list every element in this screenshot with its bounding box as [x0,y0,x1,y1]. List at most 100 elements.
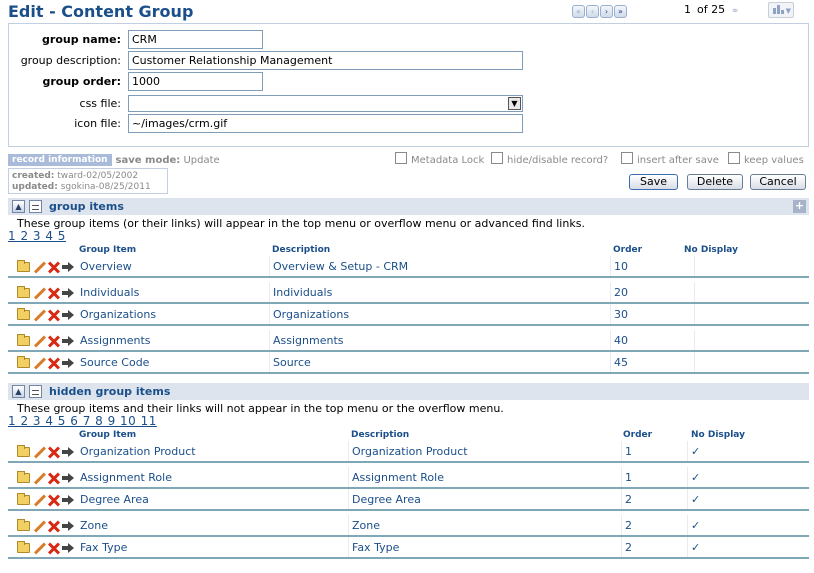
arrow-right-icon[interactable] [62,335,74,347]
row-order: 40 [614,334,628,347]
table-row[interactable]: Assignment Role Assignment Role 1 ✓ [8,467,809,489]
css-file-select[interactable]: ▼ [128,94,523,112]
edit-icon[interactable] [32,519,46,533]
row-item-link[interactable]: Zone [80,519,108,532]
edit-icon[interactable] [32,445,46,459]
link-icon[interactable]: ⚭ [731,6,739,17]
save-button[interactable]: Save [629,174,678,190]
arrow-right-icon[interactable] [62,520,74,532]
icon-file-input[interactable]: ~/images/crm.gif [128,113,523,133]
hide-disable-checkbox[interactable] [491,152,503,164]
group-items-pagination[interactable]: 1 2 3 4 5 [8,229,66,243]
last-record-button[interactable]: » [614,4,627,18]
row-item-link[interactable]: Organization Product [80,445,196,458]
row-item-link[interactable]: Organizations [80,308,156,321]
folder-icon[interactable] [17,286,30,298]
arrow-right-icon[interactable] [62,357,74,369]
chevron-down-icon[interactable]: ▼ [508,96,521,110]
arrow-right-icon[interactable] [62,446,74,458]
delete-button[interactable]: Delete [687,174,743,190]
row-item-link[interactable]: Source Code [80,356,149,369]
table-row[interactable]: Fax Type Fax Type 2 ✓ [8,537,809,559]
insert-after-save-checkbox[interactable] [621,152,633,164]
collapse-icon[interactable]: ▲ [12,385,25,398]
hidden-items-pagination[interactable]: 1 2 3 4 5 6 7 8 9 10 11 [8,414,157,428]
edit-icon[interactable] [32,493,46,507]
folder-icon[interactable] [17,260,30,272]
first-record-button[interactable]: « [572,4,585,18]
folder-icon[interactable] [17,493,30,505]
edit-icon[interactable] [32,334,46,348]
row-item-link[interactable]: Assignment Role [80,471,172,484]
folder-icon[interactable] [17,356,30,368]
folder-icon[interactable] [17,334,30,346]
folder-icon[interactable] [17,445,30,457]
group-order-input[interactable]: 1000 [128,71,263,91]
delete-icon[interactable] [47,445,61,459]
arrow-right-icon[interactable] [62,472,74,484]
arrow-right-icon[interactable] [62,309,74,321]
group-name-input[interactable]: CRM [128,29,263,49]
arrow-right-icon[interactable] [62,261,74,273]
row-item-link[interactable]: Degree Area [80,493,149,506]
row-no-display: ✓ [691,493,701,506]
metadata-lock-checkbox[interactable] [395,152,407,164]
group-description-input[interactable]: Customer Relationship Management [128,50,523,70]
delete-icon[interactable] [47,286,61,300]
edit-icon[interactable] [32,286,46,300]
add-icon[interactable]: + [793,200,806,213]
delete-icon[interactable] [47,519,61,533]
edit-icon[interactable] [32,308,46,322]
table-row[interactable]: Assignments Assignments 40 [8,330,809,352]
table-row[interactable]: Source Code Source 45 [8,352,809,374]
edit-icon[interactable] [32,356,46,370]
folder-icon[interactable] [17,519,30,531]
cancel-button[interactable]: Cancel [750,174,806,190]
delete-icon[interactable] [47,308,61,322]
row-item-link[interactable]: Overview [80,260,132,273]
table-row[interactable]: Organization Product Organization Product… [8,441,809,463]
arrow-right-icon[interactable] [62,494,74,506]
previous-record-button[interactable]: ‹ [586,4,599,18]
edit-icon[interactable] [32,541,46,555]
arrow-right-icon[interactable] [62,287,74,299]
row-order: 45 [614,356,628,369]
section-icon[interactable] [29,385,42,398]
next-record-button[interactable]: › [600,4,613,18]
table-row[interactable]: Overview Overview & Setup - CRM 10 [8,256,809,278]
delete-icon[interactable] [47,493,61,507]
keep-values-checkbox[interactable] [728,152,740,164]
delete-icon[interactable] [47,541,61,555]
edit-icon[interactable] [32,471,46,485]
delete-icon[interactable] [47,356,61,370]
row-item-link[interactable]: Assignments [80,334,151,347]
table-row[interactable]: Individuals Individuals 20 [8,282,809,304]
row-item-link[interactable]: Individuals [80,286,139,299]
folder-icon[interactable] [17,308,30,320]
delete-icon[interactable] [47,334,61,348]
collapse-icon[interactable]: ▲ [12,200,25,213]
hide-disable-option[interactable]: hide/disable record? [491,150,608,166]
delete-icon[interactable] [47,260,61,274]
row-description: Organization Product [352,445,468,458]
insert-after-save-option[interactable]: insert after save [621,150,719,166]
record-information-badge[interactable]: record information [8,154,112,166]
metadata-lock-option[interactable]: Metadata Lock [395,150,484,166]
chart-icon[interactable]: ▼ [768,2,794,18]
col-no-display: No Display [684,245,738,255]
delete-icon[interactable] [47,471,61,485]
row-item-link[interactable]: Fax Type [80,541,127,554]
table-row[interactable]: Degree Area Degree Area 2 ✓ [8,489,809,511]
edit-icon[interactable] [32,260,46,274]
folder-icon[interactable] [17,541,30,553]
hidden-items-header: ▲ hidden group items [8,383,809,400]
folder-icon[interactable] [17,471,30,483]
table-row[interactable]: Organizations Organizations 30 [8,304,809,326]
row-actions [17,356,74,370]
section-icon[interactable] [29,200,42,213]
table-row[interactable]: Zone Zone 2 ✓ [8,515,809,537]
keep-values-option[interactable]: keep values [728,150,804,166]
hide-disable-label: hide/disable record? [507,155,609,166]
arrow-right-icon[interactable] [62,542,74,554]
group-items-description: These group items (or their links) will … [17,217,585,230]
